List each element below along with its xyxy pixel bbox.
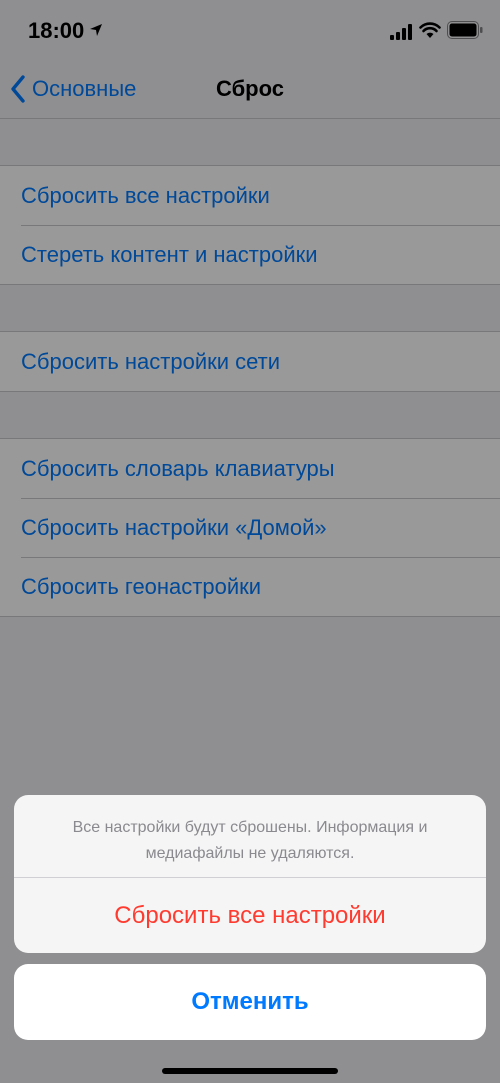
home-indicator[interactable] bbox=[162, 1068, 338, 1074]
action-sheet-message: Все настройки будут сброшены. Информация… bbox=[72, 819, 428, 862]
confirm-reset-all-settings-button[interactable]: Сбросить все настройки bbox=[14, 878, 486, 953]
action-sheet: Все настройки будут сброшены. Информация… bbox=[14, 795, 486, 953]
cancel-button[interactable]: Отменить bbox=[14, 964, 486, 1040]
settings-screen: 18:00 Основные Сброс Сбросить все настро… bbox=[0, 0, 500, 1083]
